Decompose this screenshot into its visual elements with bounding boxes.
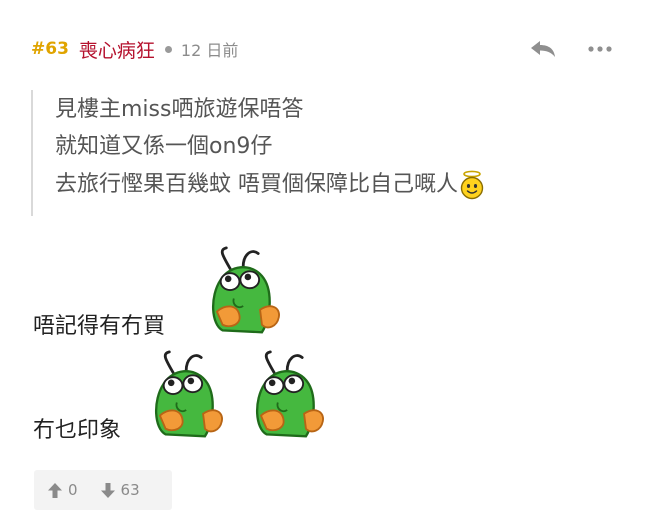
thinking-bug-sticker — [211, 246, 281, 334]
quote-block: 見樓主miss哂旅遊保唔答 就知道又係一個on9仔 去旅行慳果百幾蚊 唔買個保障… — [31, 90, 593, 216]
thinking-bug-sticker — [255, 350, 325, 438]
upvote-button[interactable]: 0 — [47, 481, 78, 499]
quote-text: 去旅行慳果百幾蚊 唔買個保障比自己嘅人 — [55, 172, 458, 197]
post-header: #63 喪心病狂 12 日前 — [31, 34, 238, 64]
reply-icon — [531, 41, 555, 57]
body-line: 冇乜印象 — [33, 418, 122, 443]
quote-line: 見樓主miss哂旅遊保唔答 — [55, 95, 303, 125]
reply-button[interactable] — [526, 36, 560, 62]
quote-text: 見樓主miss哂旅遊保唔答 — [55, 97, 304, 122]
quote-text: 就知道又係一個on9仔 — [55, 134, 273, 159]
quote-line: 去旅行慳果百幾蚊 唔買個保障比自己嘅人 — [55, 170, 485, 200]
downvote-button[interactable]: 63 — [100, 481, 140, 499]
post-time: 12 日前 — [180, 41, 239, 60]
body-line: 唔記得有冇買 — [33, 314, 166, 339]
arrow-down-icon — [100, 482, 115, 498]
post-card: #63 喪心病狂 12 日前 見樓主miss哂旅遊保唔答 就知道又係一個on9仔… — [0, 0, 660, 516]
quote-line: 就知道又係一個on9仔 — [55, 132, 272, 162]
separator-dot — [164, 45, 172, 53]
more-icon — [588, 46, 612, 52]
more-options-button[interactable] — [583, 36, 617, 62]
arrow-up-icon — [48, 482, 62, 498]
vote-bar: 0 63 — [34, 470, 172, 510]
upvote-count: 0 — [68, 481, 78, 499]
angel-emoji-icon — [460, 170, 484, 200]
post-number[interactable]: #63 — [31, 39, 69, 59]
thinking-bug-sticker — [154, 350, 224, 438]
downvote-count: 63 — [120, 481, 140, 499]
username[interactable]: 喪心病狂 — [79, 36, 155, 63]
